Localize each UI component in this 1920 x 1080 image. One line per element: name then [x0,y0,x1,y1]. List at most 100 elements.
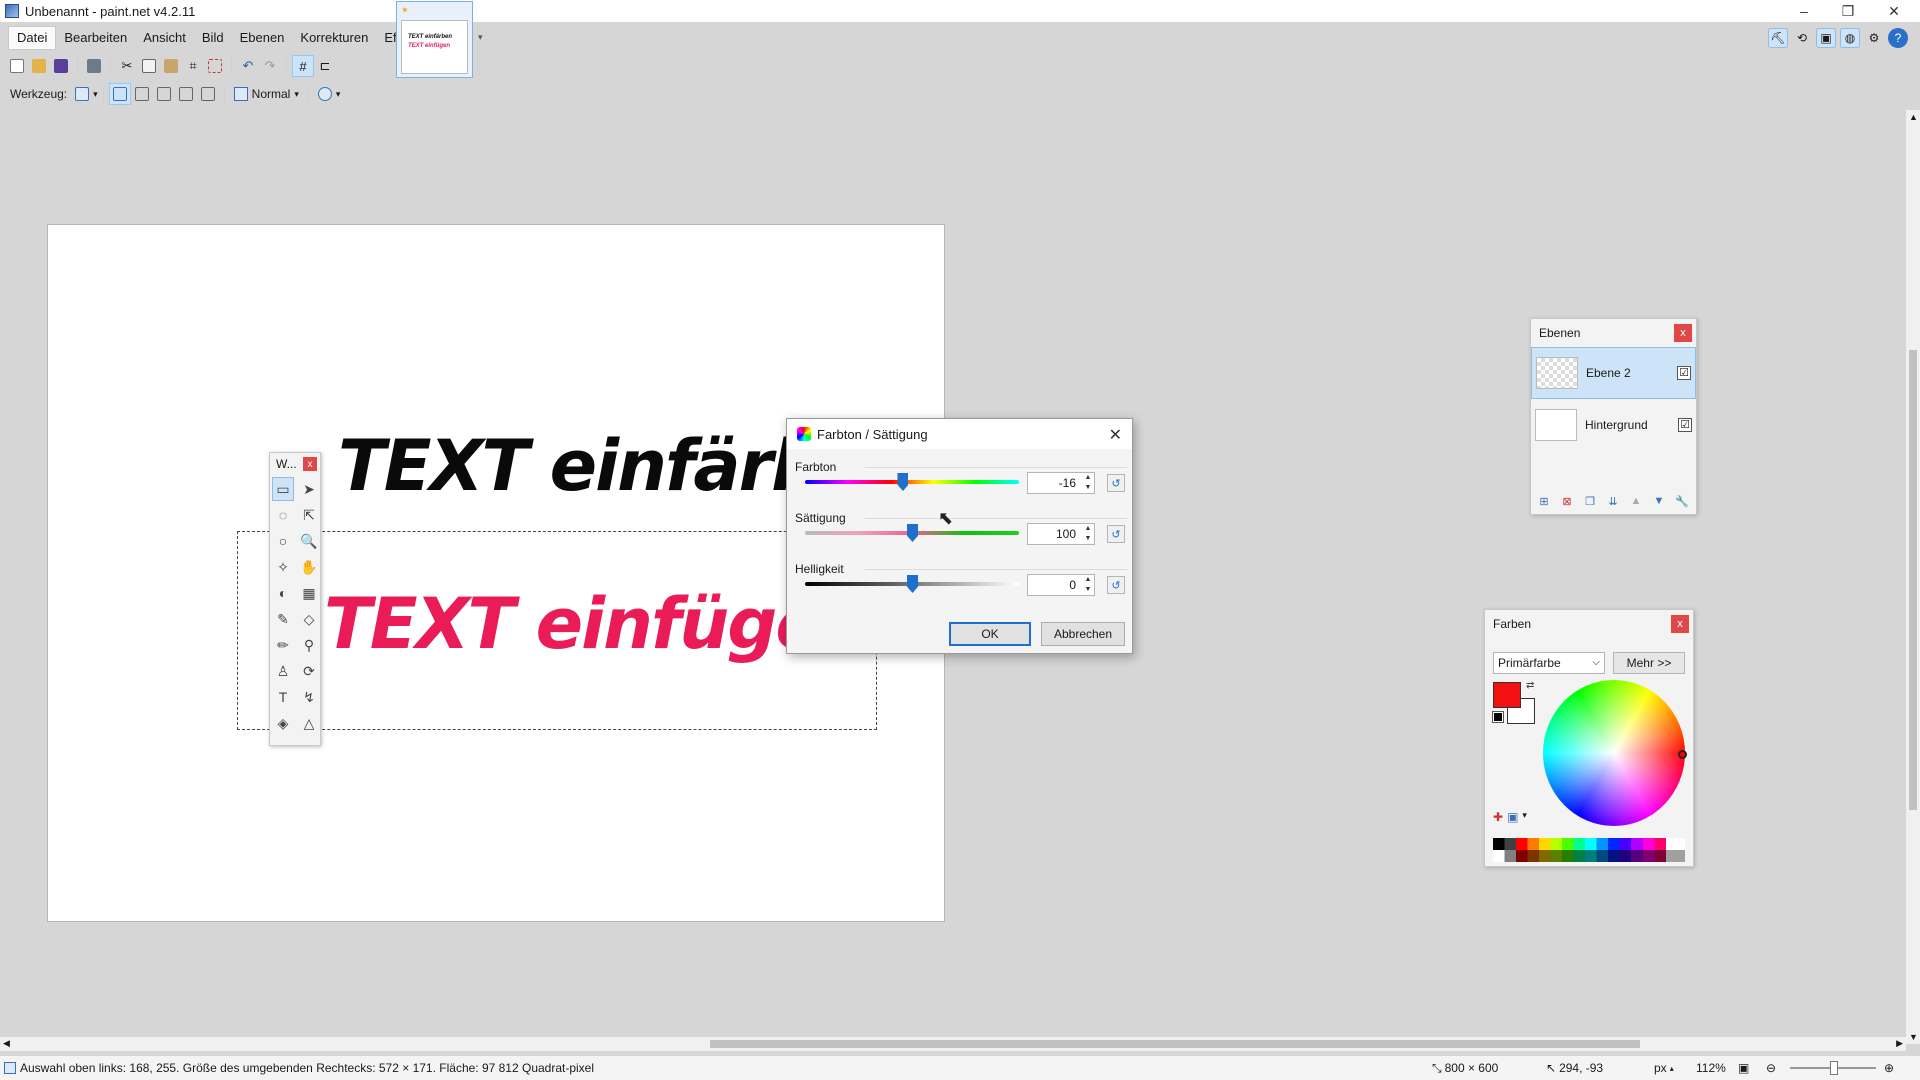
layer-item[interactable]: Ebene 2 ☑ [1531,347,1696,399]
layer-properties-icon[interactable]: 🔧 [1673,492,1691,510]
swap-colors-icon[interactable]: ⇄ [1526,680,1534,691]
saturation-reset-icon[interactable]: ↺ [1107,525,1125,543]
colors-panel-close-button[interactable]: x [1671,615,1689,633]
zoom-in-icon[interactable]: ⊕ [1884,1061,1894,1075]
color-wheel[interactable] [1543,680,1685,826]
minimize-button[interactable]: – [1784,0,1824,22]
cancel-button[interactable]: Abbrechen [1041,622,1125,646]
maximize-button[interactable]: ❐ [1828,0,1868,22]
tools-window-header[interactable]: W... x [270,453,320,475]
selection-mode-exclude-icon[interactable] [153,83,175,105]
scroll-up-icon[interactable]: ▲ [1909,112,1918,122]
dialog-close-button[interactable]: ✕ [1109,425,1122,445]
menu-datei[interactable]: Datei [8,26,57,50]
move-selected-pixels-tool-icon[interactable]: ➤ [298,477,320,501]
move-layer-down-icon[interactable]: ▼ [1650,492,1668,510]
shapes-extra-tool-icon[interactable]: △ [298,711,320,735]
scroll-left-icon[interactable]: ◀ [3,1038,10,1049]
saturation-slider-thumb[interactable] [907,524,918,542]
eraser-tool-icon[interactable]: ◇ [298,607,320,631]
brightness-reset-icon[interactable]: ↺ [1107,576,1125,594]
ellipse-select-tool-icon[interactable]: ○ [272,529,294,553]
color-picker-tool-icon[interactable]: ⚲ [298,633,320,657]
primary-color-swatch[interactable] [1493,682,1521,708]
layer-visibility-checkbox[interactable]: ☑ [1677,366,1691,380]
hue-spinner-icon[interactable]: ▲ ▼ [1082,473,1094,493]
color-palette[interactable] [1493,838,1685,862]
selection-mode-intersect-icon[interactable] [175,83,197,105]
paintbrush-tool-icon[interactable]: ✎ [272,607,294,631]
add-to-palette-icon[interactable]: ✚ [1493,810,1503,824]
paint-bucket-tool-icon[interactable]: ◐ [272,581,294,605]
undo-icon[interactable]: ↶ [237,55,259,77]
colors-window-toggle-icon[interactable]: ◍ [1840,28,1860,48]
zoom-to-window-icon[interactable]: ▣ [1738,1061,1749,1075]
scroll-right-icon[interactable]: ▶ [1896,1038,1903,1049]
merge-layer-down-icon[interactable]: ⇊ [1604,492,1622,510]
color-target-select[interactable]: Primärfarbe ⌵ [1493,652,1605,674]
add-layer-icon[interactable]: ⊞ [1535,492,1553,510]
scroll-down-icon[interactable]: ▼ [1909,1032,1918,1042]
save-file-icon[interactable] [50,55,72,77]
palette-menu-icon[interactable]: ▣ [1507,810,1518,824]
paste-icon[interactable] [160,55,182,77]
history-window-toggle-icon[interactable]: ⟲ [1792,28,1812,48]
cut-icon[interactable]: ✂ [116,55,138,77]
zoom-value-field[interactable]: 112% [1696,1061,1726,1075]
menu-korrekturen[interactable]: Korrekturen [292,26,376,50]
zoom-slider[interactable] [1790,1061,1876,1075]
saturation-spinner-icon[interactable]: ▲ ▼ [1082,524,1094,544]
pencil-tool-icon[interactable]: ✏ [272,633,294,657]
grid-toggle-icon[interactable]: # [292,55,314,77]
clone-stamp-tool-icon[interactable]: ♙ [272,659,294,683]
reset-colors-icon[interactable] [1492,711,1504,723]
rectangle-select-tool-icon[interactable]: ▭ [272,477,294,501]
copy-icon[interactable] [138,55,160,77]
blend-mode-dropdown[interactable]: Normal ▾ [230,87,303,101]
crop-icon[interactable]: ⌗ [182,55,204,77]
vertical-scroll-thumb[interactable] [1909,350,1917,810]
ok-button[interactable]: OK [949,622,1031,646]
zoom-out-icon[interactable]: ⊖ [1766,1061,1776,1075]
selection-mode-invert-icon[interactable] [197,83,219,105]
vertical-scrollbar[interactable]: ▲ ▼ [1906,110,1920,1044]
current-tool-rect-select-icon[interactable] [71,83,93,105]
shapes-tool-icon[interactable]: ◈ [272,711,294,735]
hue-reset-icon[interactable]: ↺ [1107,474,1125,492]
menu-bild[interactable]: Bild [194,26,232,50]
settings-gear-icon[interactable]: ⚙ [1864,28,1884,48]
print-icon[interactable] [83,55,105,77]
open-file-icon[interactable] [28,55,50,77]
zoom-slider-knob[interactable] [1830,1061,1838,1075]
more-colors-button[interactable]: Mehr >> [1613,652,1685,674]
move-selection-tool-icon[interactable]: ⇱ [298,503,320,527]
hue-slider-track[interactable] [805,480,1019,484]
menu-ansicht[interactable]: Ansicht [135,26,194,50]
lasso-select-tool-icon[interactable]: ◌ [272,503,294,527]
menu-bearbeiten[interactable]: Bearbeiten [56,26,135,50]
chevron-down-icon[interactable]: ▾ [1522,810,1527,824]
text-tool-icon[interactable]: T [272,685,294,709]
help-icon[interactable]: ? [1888,28,1908,48]
layers-panel-close-button[interactable]: x [1674,324,1692,342]
dialog-title-bar[interactable]: Farbton / Sättigung [787,419,1132,449]
selection-mode-replace-icon[interactable] [108,83,131,105]
layers-panel-header[interactable]: Ebenen x [1531,319,1696,347]
antialias-dropdown[interactable]: ▾ [314,87,345,101]
magic-wand-tool-icon[interactable]: ✧ [272,555,294,579]
colors-panel-header[interactable]: Farben x [1485,610,1693,638]
move-layer-up-icon[interactable]: ▲ [1627,492,1645,510]
tool-dropdown-chevron-icon[interactable]: ▾ [93,89,98,100]
ruler-toggle-icon[interactable]: ⊏ [314,55,336,77]
zoom-tool-icon[interactable]: 🔍 [298,529,320,553]
unit-selector[interactable]: px ▴ [1654,1061,1674,1075]
brightness-slider-thumb[interactable] [907,575,918,593]
duplicate-layer-icon[interactable]: ❐ [1581,492,1599,510]
horizontal-scrollbar[interactable]: ◀ ▶ [0,1037,1906,1051]
redo-icon[interactable]: ↷ [259,55,281,77]
layer-visibility-checkbox[interactable]: ☑ [1678,418,1692,432]
horizontal-scroll-thumb[interactable] [710,1040,1640,1048]
hue-slider-thumb[interactable] [897,473,909,491]
tools-window-toggle-icon[interactable]: ⛏ [1768,28,1788,48]
gradient-tool-icon[interactable]: ▦ [298,581,320,605]
